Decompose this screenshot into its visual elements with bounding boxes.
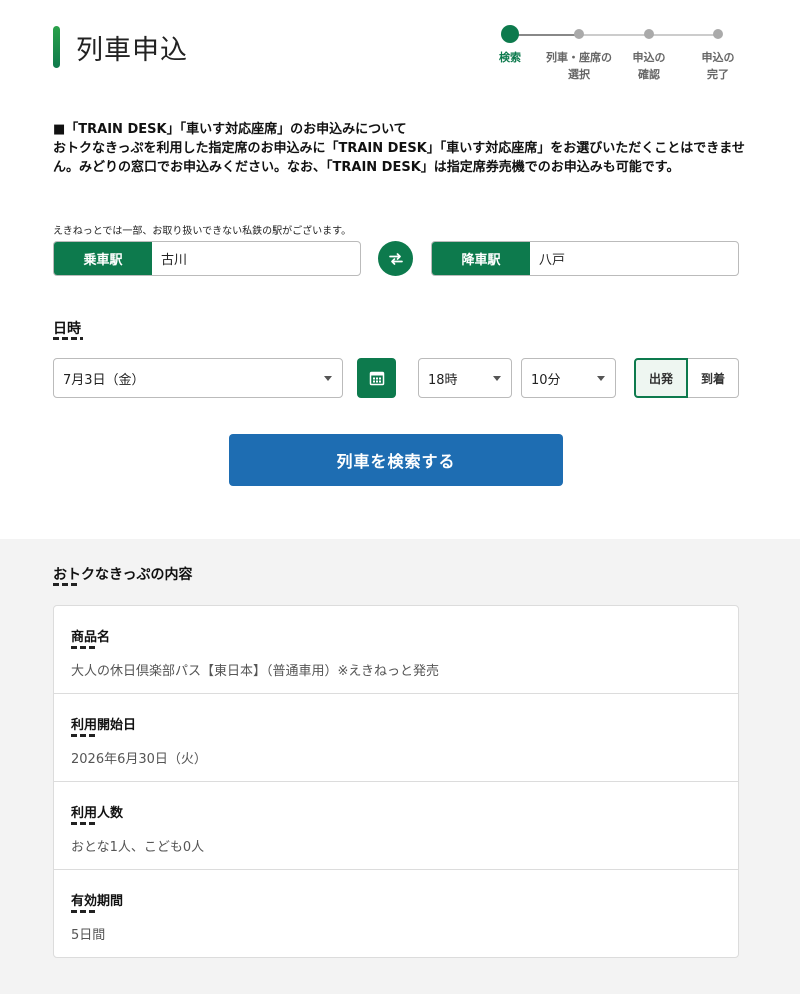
detail-label: 利用人数 [71,806,124,821]
page-header: 列車申込 [53,26,188,68]
step-dot-icon [574,29,584,39]
ticket-section-title: おトクなきっぷの内容 [53,567,193,583]
ticket-detail-row: 利用開始日 2026年6月30日（火） [54,694,738,782]
depart-arrive-toggle: 出発 到着 [634,358,739,398]
departure-station-field[interactable]: 乗車駅 古川 [53,241,361,276]
step-dot-active-icon [501,25,519,43]
date-select[interactable]: 7月3日（金） [53,358,343,398]
arrive-option[interactable]: 到着 [688,358,739,398]
swap-stations-button[interactable] [378,241,413,276]
title-accent-bar [53,26,60,68]
departure-station-input[interactable]: 古川 [152,242,360,275]
date-select-value: 7月3日（金） [63,372,145,388]
step-search: 検索 [475,25,545,66]
chevron-down-icon [493,376,501,381]
page-title: 列車申込 [76,34,188,66]
step-complete: 申込の 完了 [683,25,753,83]
minute-select[interactable]: 10分 [521,358,616,398]
detail-label: 有効期間 [71,894,124,909]
step-label: 申込の [632,51,666,64]
detail-underline [71,910,97,913]
progress-stepper: 検索 列車・座席の 選択 申込の 確認 申込の 完了 [480,25,770,95]
detail-value: 2026年6月30日（火） [71,752,207,767]
depart-option[interactable]: 出発 [634,358,688,398]
step-dot-icon [644,29,654,39]
ticket-detail-row: 利用人数 おとな1人、こども0人 [54,782,738,870]
ticket-detail-row: 商品名 大人の休日倶楽部パス【東日本】（普通車用）※えきねっと発売 [54,606,738,694]
detail-label: 商品名 [71,630,111,645]
arrival-station-label: 降車駅 [432,242,530,275]
swap-arrows-icon [388,252,403,265]
step-label-line2: 確認 [638,68,660,81]
detail-label: 利用開始日 [71,718,137,733]
step-confirm: 申込の 確認 [614,25,684,83]
detail-underline [71,822,97,825]
arrival-station-field[interactable]: 降車駅 八戸 [431,241,739,276]
step-label: 検索 [499,51,521,64]
step-label: 列車・座席の [546,51,612,64]
step-dot-icon [713,29,723,39]
departure-station-label: 乗車駅 [54,242,152,275]
detail-value: 大人の休日倶楽部パス【東日本】（普通車用）※えきねっと発売 [71,664,440,679]
detail-value: おとな1人、こども0人 [71,840,205,855]
arrival-station-input[interactable]: 八戸 [530,242,738,275]
search-trains-button[interactable]: 列車を検索する [229,434,563,486]
notice-heading: ■「TRAIN DESK」「車いす対応座席」のお申込みについて [53,122,407,137]
notice-body: おトクなきっぷを利用した指定席のお申込みに「TRAIN DESK」「車いす対応座… [53,141,745,175]
step-label-line2: 完了 [707,68,729,81]
ticket-detail-row: 有効期間 5日間 [54,870,738,958]
section-underline [53,337,83,340]
step-label: 申込の [701,51,735,64]
detail-underline [71,734,97,737]
hour-select-value: 18時 [428,372,458,388]
step-label-line2: 選択 [568,68,590,81]
section-underline [53,583,79,586]
private-rail-note: えきねっとでは一部、お取り扱いできない私鉄の駅がございます。 [53,226,352,237]
chevron-down-icon [324,376,332,381]
chevron-down-icon [597,376,605,381]
minute-select-value: 10分 [531,372,561,388]
datetime-section-label: 日時 [53,321,81,337]
detail-underline [71,646,97,649]
hour-select[interactable]: 18時 [418,358,512,398]
calendar-button[interactable] [357,358,396,398]
calendar-icon [369,371,384,386]
step-train-seat-select: 列車・座席の 選択 [544,25,614,83]
ticket-details-card: 商品名 大人の休日倶楽部パス【東日本】（普通車用）※えきねっと発売 利用開始日 … [53,605,739,958]
detail-value: 5日間 [71,928,106,943]
train-desk-notice: ■「TRAIN DESK」「車いす対応座席」のお申込みについて おトクなきっぷを… [53,120,753,177]
